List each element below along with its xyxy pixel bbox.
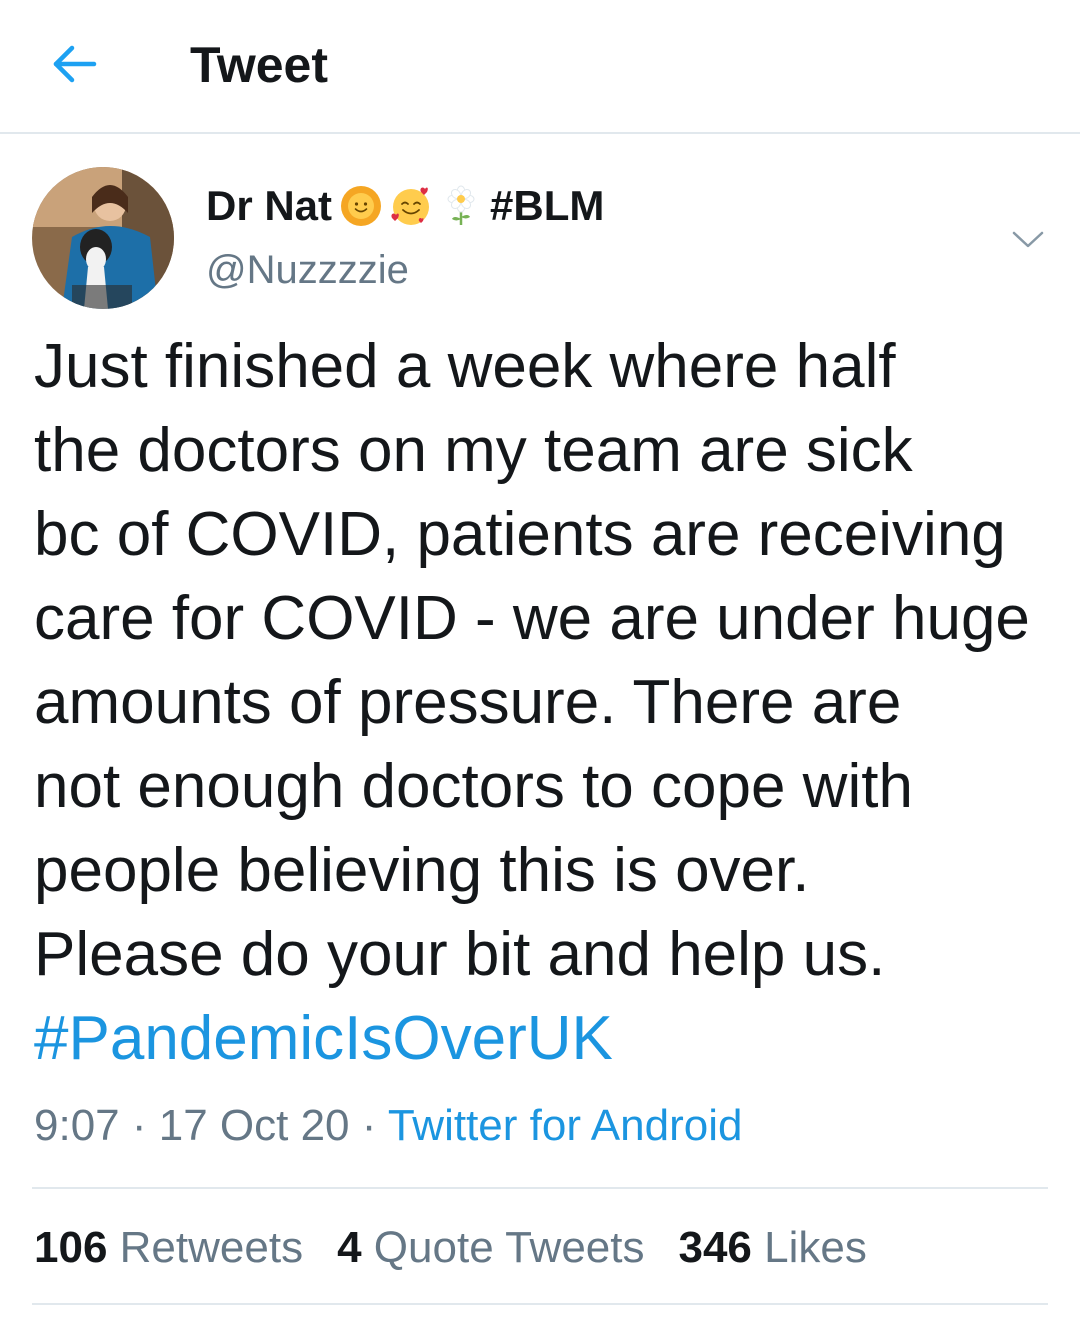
- tweet-text-line: amounts of pressure. There are: [34, 668, 902, 737]
- divider: [32, 1187, 1048, 1189]
- tweet-text: Just finished a week where half the doct…: [34, 325, 1064, 1081]
- divider: [32, 1303, 1048, 1305]
- tweet-source-link[interactable]: Twitter for Android: [388, 1101, 743, 1150]
- tweet-time: 9:07: [34, 1101, 120, 1150]
- top-app-bar: Tweet: [0, 0, 1080, 134]
- quote-tweets-stat[interactable]: 4 Quote Tweets: [337, 1220, 644, 1276]
- likes-stat[interactable]: 346 Likes: [678, 1220, 866, 1276]
- quote-tweets-label: Quote Tweets: [373, 1223, 645, 1272]
- avatar[interactable]: [32, 167, 174, 309]
- likes-label: Likes: [764, 1223, 867, 1272]
- tweet-text-line: not enough doctors to cope with: [34, 752, 913, 821]
- engagement-stats: 106 Retweets 4 Quote Tweets 346 Likes: [34, 1220, 901, 1276]
- tweet-text-line: people believing this is over.: [34, 836, 810, 905]
- tweet-text-line: care for COVID - we are under huge: [34, 584, 1030, 653]
- page-title: Tweet: [190, 37, 328, 93]
- sun-with-face-icon: [340, 185, 382, 227]
- display-name-tag: #BLM: [490, 182, 605, 229]
- display-name-text: Dr Nat: [206, 182, 333, 229]
- meta-separator: ·: [349, 1101, 388, 1150]
- likes-count: 346: [678, 1223, 752, 1272]
- quote-tweets-count: 4: [337, 1223, 362, 1272]
- tweet-date: 17 Oct 20: [158, 1101, 350, 1150]
- retweets-label: Retweets: [119, 1223, 304, 1272]
- tweet-text-line: Please do your bit and help us.: [34, 920, 886, 989]
- retweets-count: 106: [34, 1223, 108, 1272]
- author-handle[interactable]: @Nuzzzzie: [206, 246, 409, 294]
- tweet-meta: 9:07 · 17 Oct 20 · Twitter for Android: [34, 1098, 742, 1154]
- meta-separator: ·: [119, 1101, 159, 1150]
- tweet-options-button[interactable]: [1004, 216, 1052, 264]
- tweet-text-line: Just finished a week where half: [34, 332, 896, 401]
- hashtag-link[interactable]: #PandemicIsOverUK: [34, 1004, 613, 1073]
- author-display-name[interactable]: Dr Nat #BLM: [206, 180, 604, 232]
- back-button[interactable]: [40, 30, 108, 98]
- tweet-text-line: the doctors on my team are sick: [34, 416, 913, 485]
- retweets-stat[interactable]: 106 Retweets: [34, 1220, 303, 1276]
- tweet-text-line: bc of COVID, patients are receiving: [34, 500, 1006, 569]
- blossom-icon: [440, 185, 482, 227]
- arrow-left-icon: [53, 45, 97, 83]
- smiling-face-with-hearts-icon: [390, 185, 432, 227]
- chevron-down-icon: [1012, 231, 1044, 248]
